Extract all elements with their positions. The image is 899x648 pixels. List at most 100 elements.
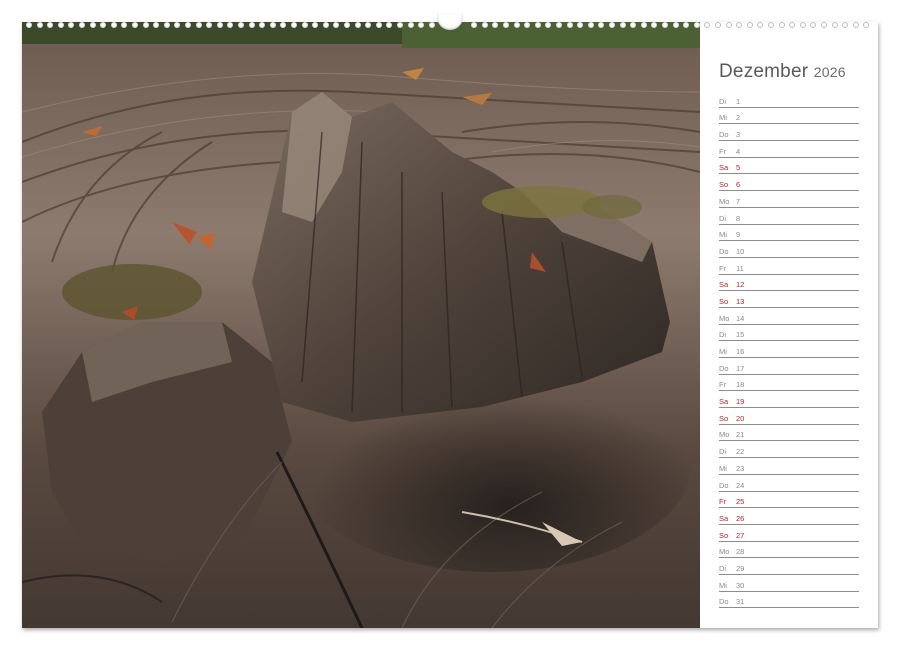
day-number: 29 <box>736 563 745 573</box>
weekday-label: Mi <box>719 230 727 240</box>
day-number: 28 <box>736 547 745 557</box>
binding-ring <box>47 22 54 28</box>
day-row: So 20 <box>719 408 859 425</box>
day-row: Sa 26 <box>719 508 859 525</box>
day-row: So 6 <box>719 174 859 192</box>
weekday-label: Mi <box>719 347 727 356</box>
day-row: Mo 7 <box>719 191 859 208</box>
binding-ring <box>852 22 859 28</box>
month-title: Dezember 2026 <box>719 61 846 83</box>
day-number: 24 <box>736 480 745 490</box>
weekday-label: So <box>719 296 729 306</box>
binding-ring <box>333 22 340 28</box>
binding-ring <box>746 22 753 28</box>
day-number: 1 <box>736 96 741 106</box>
weekday-label: Mi <box>719 580 727 590</box>
binding-ring <box>566 22 573 28</box>
binding-ring <box>216 22 223 28</box>
day-number: 3 <box>736 130 741 140</box>
weekday-label: Sa <box>719 397 729 407</box>
month-year: 2026 <box>813 64 846 80</box>
day-row: Mi 2 <box>719 108 859 125</box>
binding-ring <box>577 22 584 28</box>
binding-ring <box>206 22 213 28</box>
day-row: Fr 25 <box>719 492 859 509</box>
weekday-label: Mo <box>719 430 730 440</box>
day-row: Mi 16 <box>719 341 859 358</box>
day-row: Fr 18 <box>719 375 859 392</box>
day-row: Sa 19 <box>719 391 859 409</box>
day-number: 30 <box>736 580 745 590</box>
binding-ring <box>68 22 75 28</box>
binding-ring <box>132 22 138 28</box>
day-row: Mi 9 <box>719 225 859 242</box>
binding-ring <box>757 22 764 28</box>
binding-ring <box>110 22 117 28</box>
weekday-label: Mi <box>719 113 727 123</box>
day-number: 17 <box>736 363 745 373</box>
binding-ring <box>704 22 711 28</box>
weekday-label: Fr <box>719 146 727 156</box>
binding-ring <box>259 22 266 28</box>
binding-ring <box>789 22 796 28</box>
weekday-label: So <box>719 180 729 190</box>
day-number: 14 <box>736 313 745 323</box>
day-row: Di 8 <box>719 208 859 225</box>
binding-ring <box>100 22 107 28</box>
binding-ring <box>672 22 679 28</box>
day-number: 27 <box>736 530 745 540</box>
day-number: 19 <box>736 397 745 407</box>
binding-ring <box>195 22 202 28</box>
binding-ring <box>174 22 181 28</box>
binding-ring <box>683 22 690 28</box>
binding-ring <box>428 22 435 28</box>
day-number: 25 <box>736 497 745 507</box>
binding-ring <box>598 22 605 28</box>
day-row: Mo 21 <box>719 425 859 442</box>
day-number: 12 <box>736 280 745 290</box>
weekday-label: Sa <box>719 280 729 290</box>
weekday-label: Mo <box>719 313 730 323</box>
day-row: So 13 <box>719 291 859 308</box>
binding-ring <box>26 22 32 28</box>
binding-ring <box>545 22 552 28</box>
binding-ring <box>778 22 785 28</box>
weekday-label: Fr <box>719 263 727 273</box>
day-row: Sa 5 <box>719 158 859 175</box>
binding-ring <box>842 22 849 28</box>
binding-ring <box>715 22 721 28</box>
day-row: Di 29 <box>719 558 859 575</box>
weekday-label: Mi <box>719 463 727 473</box>
day-row: So 27 <box>719 525 859 542</box>
day-number: 16 <box>736 347 745 356</box>
day-row: Mi 23 <box>719 458 859 475</box>
binding-ring <box>386 22 393 28</box>
binding-ring <box>248 22 255 28</box>
day-row: Sa 12 <box>719 275 859 292</box>
day-row: Do 24 <box>719 475 859 492</box>
day-number: 7 <box>736 196 741 206</box>
day-number: 26 <box>736 513 745 523</box>
weekday-label: Do <box>719 597 729 607</box>
binding-ring <box>36 22 43 28</box>
binding-ring <box>57 22 64 28</box>
day-number: 22 <box>736 447 745 457</box>
day-row: Di 22 <box>719 441 859 459</box>
binding-ring <box>556 22 562 28</box>
day-number: 2 <box>736 113 741 123</box>
weekday-label: Mo <box>719 547 730 557</box>
weekday-label: Di <box>719 447 727 457</box>
weekday-label: Sa <box>719 163 729 173</box>
binding-ring <box>693 22 700 28</box>
binding-ring <box>418 22 425 28</box>
day-number: 20 <box>736 413 745 423</box>
binding-ring <box>407 22 414 28</box>
month-name: Dezember <box>719 61 809 82</box>
binding-ring <box>365 22 372 28</box>
day-number: 8 <box>736 213 741 223</box>
weekday-label: Fr <box>719 497 727 507</box>
binding-ring <box>725 22 732 28</box>
weekday-label: Di <box>719 96 727 106</box>
day-row: Do 10 <box>719 241 859 258</box>
binding-ring <box>89 22 96 28</box>
